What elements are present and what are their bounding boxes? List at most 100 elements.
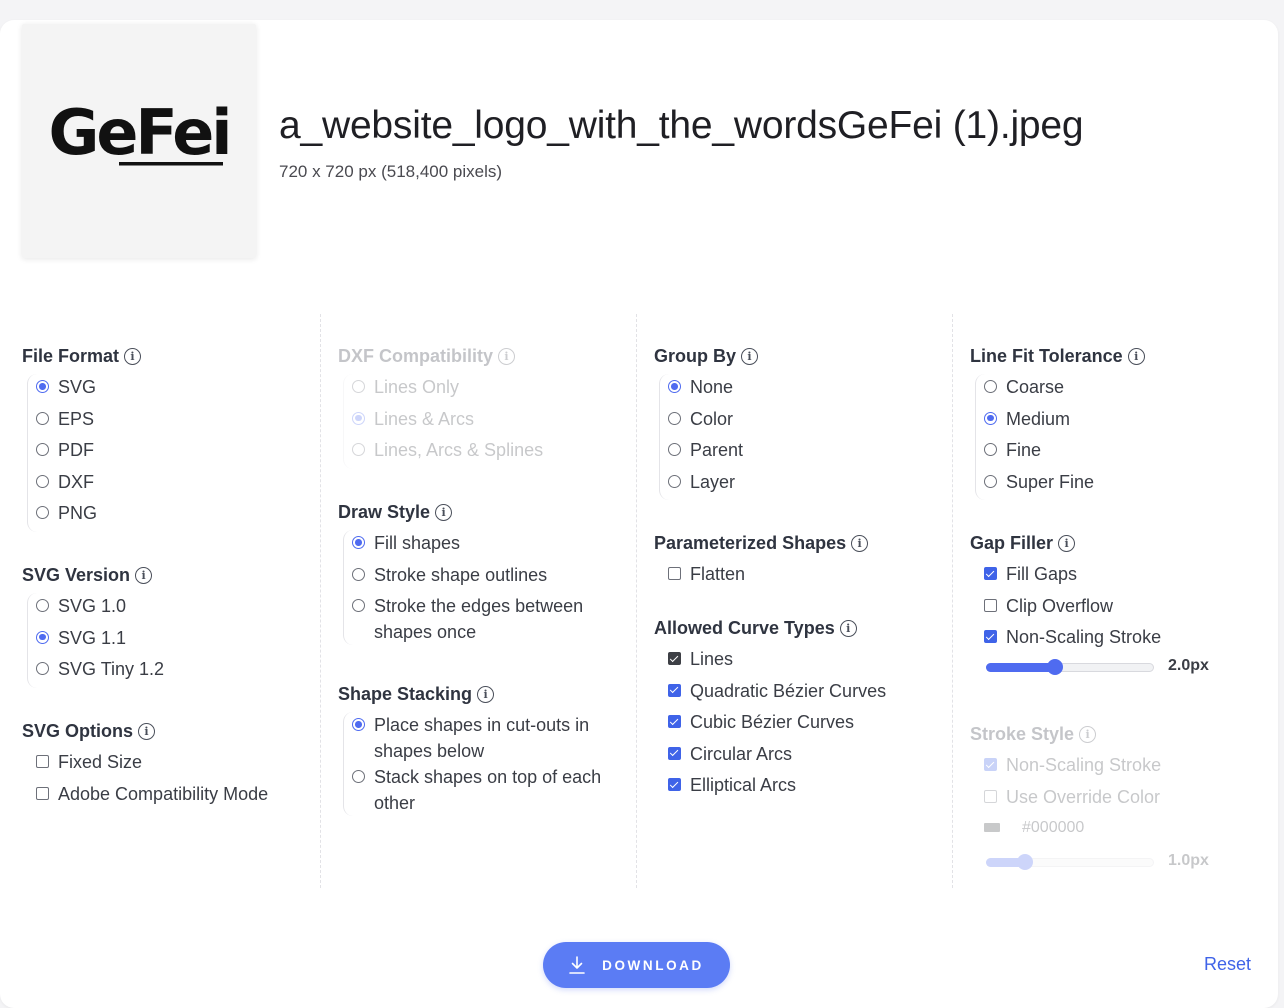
checkbox-checked[interactable]	[668, 652, 681, 665]
option-none[interactable]: None	[668, 374, 758, 406]
file-format-title: File Format	[22, 345, 120, 366]
info-icon[interactable]: i	[477, 685, 495, 703]
info-icon[interactable]: i	[851, 534, 869, 552]
option-layer[interactable]: Layer	[668, 469, 758, 501]
option-lines[interactable]: Lines	[668, 646, 886, 678]
radio[interactable]	[36, 506, 49, 519]
radio[interactable]	[668, 443, 681, 456]
param-shapes-title: Parameterized Shapes	[654, 532, 847, 553]
gap-filler-slider-value: 2.0px	[1168, 656, 1209, 674]
checkbox[interactable]	[984, 598, 997, 612]
info-icon[interactable]: i	[839, 619, 857, 637]
checkbox[interactable]	[36, 755, 49, 768]
gap-filler-slider[interactable]	[986, 656, 1156, 678]
option-color[interactable]: Color	[668, 406, 758, 438]
reset-link[interactable]: Reset	[1204, 954, 1251, 975]
option-lines-arcs: Lines & Arcs	[352, 406, 543, 438]
info-icon[interactable]: i	[435, 503, 453, 521]
dxf-compat-title: DXF Compatibility	[338, 345, 494, 366]
option-coarse[interactable]: Coarse	[984, 374, 1145, 406]
option-parent[interactable]: Parent	[668, 437, 758, 469]
option-medium[interactable]: Medium	[984, 406, 1145, 438]
download-button[interactable]: DOWNLOAD	[543, 942, 730, 988]
info-icon[interactable]: i	[135, 566, 153, 584]
option-fill-gaps[interactable]: Fill Gaps	[984, 561, 1161, 593]
option-circular-arcs[interactable]: Circular Arcs	[668, 741, 886, 773]
gefei-logo-image: GeFei	[48, 96, 232, 169]
radio[interactable]	[352, 770, 365, 783]
option-svg[interactable]: SVG	[36, 374, 141, 406]
radio-selected	[352, 411, 365, 425]
option-adobe-compat[interactable]: Adobe Compatibility Mode	[36, 781, 268, 813]
checkbox[interactable]	[668, 567, 681, 580]
option-fixed-size[interactable]: Fixed Size	[36, 749, 268, 781]
checkbox-checked[interactable]	[668, 746, 681, 760]
option-cubic[interactable]: Cubic Bézier Curves	[668, 709, 886, 741]
svg-version-title: SVG Version	[22, 564, 131, 585]
checkbox-checked[interactable]	[984, 630, 997, 643]
radio-selected[interactable]	[352, 536, 365, 549]
radio[interactable]	[352, 567, 365, 581]
radio[interactable]	[36, 443, 49, 456]
radio-selected[interactable]	[668, 380, 681, 393]
option-super-fine[interactable]: Super Fine	[984, 469, 1145, 501]
radio-selected[interactable]	[984, 411, 997, 425]
radio-selected[interactable]	[352, 718, 365, 731]
radio[interactable]	[984, 474, 997, 488]
radio[interactable]	[668, 474, 681, 488]
gap-filler-options: Fill Gaps Clip Overflow Non-Scaling Stro…	[975, 561, 1209, 690]
radio-selected[interactable]	[36, 630, 49, 644]
option-lines-only: Lines Only	[352, 374, 543, 406]
radio[interactable]	[984, 443, 997, 456]
radio[interactable]	[668, 411, 681, 425]
option-cut-outs[interactable]: Place shapes in cut-outs in shapes below	[352, 712, 602, 764]
option-elliptical-arcs[interactable]: Elliptical Arcs	[668, 772, 886, 804]
info-icon[interactable]: i	[1058, 534, 1076, 552]
option-svg-1-0[interactable]: SVG 1.0	[36, 593, 164, 625]
option-clip-overflow[interactable]: Clip Overflow	[984, 593, 1161, 625]
info-icon[interactable]: i	[1127, 347, 1145, 365]
checkbox-checked[interactable]	[984, 567, 997, 580]
checkbox-checked[interactable]	[668, 683, 681, 697]
option-svg-1-1[interactable]: SVG 1.1	[36, 625, 164, 657]
option-flatten[interactable]: Flatten	[668, 561, 868, 593]
stroke-width-slider-value: 1.0px	[1168, 851, 1209, 869]
radio[interactable]	[36, 474, 49, 488]
group-by-title: Group By	[654, 345, 737, 366]
option-png[interactable]: PNG	[36, 500, 141, 532]
draw-style-title: Draw Style	[338, 501, 431, 522]
option-svg-tiny-1-2[interactable]: SVG Tiny 1.2	[36, 656, 164, 688]
option-pdf[interactable]: PDF	[36, 437, 141, 469]
option-dxf[interactable]: DXF	[36, 469, 141, 501]
stroke-style-group: Stroke Style i Non-Scaling Stroke Use Ove…	[970, 723, 1209, 885]
file-dimensions: 720 x 720 px (518,400 pixels)	[279, 162, 503, 181]
checkbox[interactable]	[36, 786, 49, 800]
info-icon: i	[498, 347, 516, 365]
info-icon[interactable]: i	[124, 347, 142, 365]
option-fill-shapes[interactable]: Fill shapes	[352, 530, 602, 562]
option-stroke-outlines[interactable]: Stroke shape outlines	[352, 562, 602, 594]
slider-knob[interactable]	[1046, 658, 1063, 675]
radio[interactable]	[352, 599, 365, 612]
option-fine[interactable]: Fine	[984, 437, 1145, 469]
override-color-hex: #000000	[1022, 819, 1085, 836]
svg-options-list: Fixed Size Adobe Compatibility Mode	[27, 749, 268, 812]
radio[interactable]	[36, 599, 49, 612]
checkbox-checked[interactable]	[668, 715, 681, 728]
option-quadratic[interactable]: Quadratic Bézier Curves	[668, 678, 886, 710]
info-icon[interactable]: i	[138, 722, 156, 740]
option-non-scaling-stroke[interactable]: Non-Scaling Stroke	[984, 624, 1161, 656]
radio-selected[interactable]	[36, 380, 49, 393]
info-icon[interactable]: i	[741, 347, 759, 365]
radio[interactable]	[36, 411, 49, 425]
option-stack-on-top[interactable]: Stack shapes on top of each other	[352, 764, 602, 816]
checkbox-checked[interactable]	[668, 778, 681, 791]
option-stroke-edges[interactable]: Stroke the edges between shapes once	[352, 593, 602, 645]
draw-style-options: Fill shapes Stroke shape outlines Stroke…	[343, 530, 602, 645]
radio[interactable]	[36, 662, 49, 675]
radio[interactable]	[984, 380, 997, 393]
radio	[352, 380, 365, 393]
curve-types-options: Lines Quadratic Bézier Curves Cubic Bézi…	[659, 646, 886, 804]
line-fit-title: Line Fit Tolerance	[970, 345, 1123, 366]
option-eps[interactable]: EPS	[36, 406, 141, 438]
